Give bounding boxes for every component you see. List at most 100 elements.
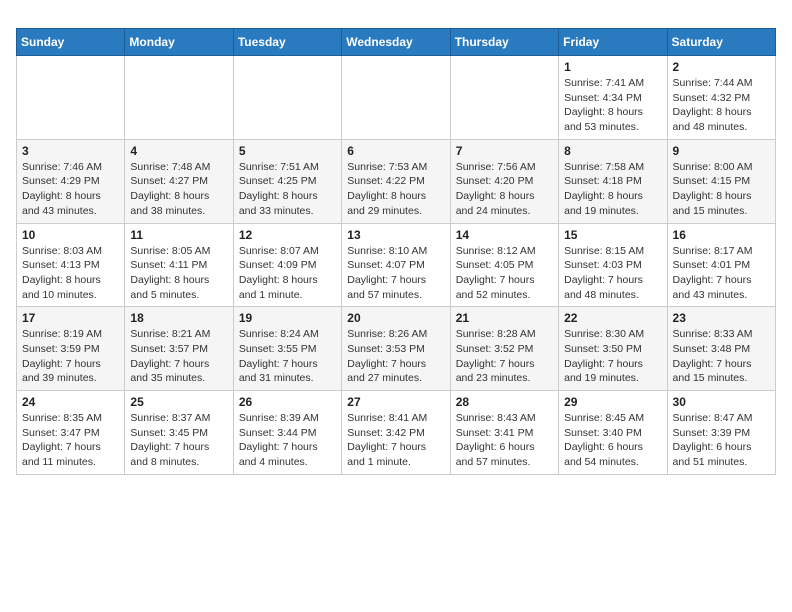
- day-info: Sunrise: 8:00 AM Sunset: 4:15 PM Dayligh…: [673, 160, 770, 219]
- calendar-week-4: 17Sunrise: 8:19 AM Sunset: 3:59 PM Dayli…: [17, 307, 776, 391]
- calendar-day-19: 19 Sunrise: 8:24 AM Sunset: 3:55 PM Dayli…: [233, 307, 341, 391]
- day-info: Sunrise: 8:10 AM Sunset: 4:07 PM Dayligh…: [347, 244, 444, 303]
- calendar-day-25: 25 Sunrise: 8:37 AM Sunset: 3:45 PM Dayli…: [125, 391, 233, 475]
- day-info: Sunrise: 8:05 AM Sunset: 4:11 PM Dayligh…: [130, 244, 227, 303]
- day-number: 7: [456, 144, 553, 158]
- day-number: 27: [347, 395, 444, 409]
- calendar-day-11: 11 Sunrise: 8:05 AM Sunset: 4:11 PM Dayli…: [125, 223, 233, 307]
- calendar-week-3: 10 Sunrise: 8:03 AM Sunset: 4:13 PM Dayli…: [17, 223, 776, 307]
- day-number: 12: [239, 228, 336, 242]
- day-info: Sunrise: 7:56 AM Sunset: 4:20 PM Dayligh…: [456, 160, 553, 219]
- calendar-empty-cell: [233, 56, 341, 140]
- weekday-header-friday: Friday: [559, 29, 667, 56]
- calendar-table: SundayMondayTuesdayWednesdayThursdayFrid…: [16, 28, 776, 475]
- day-info: Sunrise: 8:03 AM Sunset: 4:13 PM Dayligh…: [22, 244, 119, 303]
- day-info: Sunrise: 7:51 AM Sunset: 4:25 PM Dayligh…: [239, 160, 336, 219]
- weekday-header-sunday: Sunday: [17, 29, 125, 56]
- calendar-day-2: 2 Sunrise: 7:44 AM Sunset: 4:32 PM Daylig…: [667, 56, 775, 140]
- calendar-day-24: 24 Sunrise: 8:35 AM Sunset: 3:47 PM Dayli…: [17, 391, 125, 475]
- day-number: 10: [22, 228, 119, 242]
- day-info: Sunrise: 8:35 AM Sunset: 3:47 PM Dayligh…: [22, 411, 119, 470]
- weekday-header-monday: Monday: [125, 29, 233, 56]
- day-info: Sunrise: 8:12 AM Sunset: 4:05 PM Dayligh…: [456, 244, 553, 303]
- calendar-day-28: 28 Sunrise: 8:43 AM Sunset: 3:41 PM Dayli…: [450, 391, 558, 475]
- day-info: Sunrise: 8:07 AM Sunset: 4:09 PM Dayligh…: [239, 244, 336, 303]
- day-info: Sunrise: 8:45 AM Sunset: 3:40 PM Dayligh…: [564, 411, 661, 470]
- day-info: Sunrise: 8:33 AM Sunset: 3:48 PM Dayligh…: [673, 327, 770, 386]
- weekday-header-wednesday: Wednesday: [342, 29, 450, 56]
- calendar-day-9: 9 Sunrise: 8:00 AM Sunset: 4:15 PM Daylig…: [667, 139, 775, 223]
- day-info: Sunrise: 8:30 AM Sunset: 3:50 PM Dayligh…: [564, 327, 661, 386]
- day-info: Sunrise: 8:41 AM Sunset: 3:42 PM Dayligh…: [347, 411, 444, 470]
- day-info: Sunrise: 8:28 AM Sunset: 3:52 PM Dayligh…: [456, 327, 553, 386]
- day-number: 21: [456, 311, 553, 325]
- calendar-empty-cell: [450, 56, 558, 140]
- calendar-day-30: 30Sunrise: 8:47 AM Sunset: 3:39 PM Dayli…: [667, 391, 775, 475]
- day-number: 15: [564, 228, 661, 242]
- calendar-day-26: 26 Sunrise: 8:39 AM Sunset: 3:44 PM Dayli…: [233, 391, 341, 475]
- day-info: Sunrise: 8:17 AM Sunset: 4:01 PM Dayligh…: [673, 244, 770, 303]
- day-info: Sunrise: 8:39 AM Sunset: 3:44 PM Dayligh…: [239, 411, 336, 470]
- day-number: 14: [456, 228, 553, 242]
- calendar-day-4: 4Sunrise: 7:48 AM Sunset: 4:27 PM Daylig…: [125, 139, 233, 223]
- day-number: 17: [22, 311, 119, 325]
- day-info: Sunrise: 8:47 AM Sunset: 3:39 PM Dayligh…: [673, 411, 770, 470]
- calendar-day-27: 27 Sunrise: 8:41 AM Sunset: 3:42 PM Dayli…: [342, 391, 450, 475]
- day-number: 6: [347, 144, 444, 158]
- day-info: Sunrise: 8:26 AM Sunset: 3:53 PM Dayligh…: [347, 327, 444, 386]
- day-number: 11: [130, 228, 227, 242]
- calendar-day-22: 22 Sunrise: 8:30 AM Sunset: 3:50 PM Dayli…: [559, 307, 667, 391]
- day-info: Sunrise: 8:37 AM Sunset: 3:45 PM Dayligh…: [130, 411, 227, 470]
- calendar-header-row: SundayMondayTuesdayWednesdayThursdayFrid…: [17, 29, 776, 56]
- day-number: 8: [564, 144, 661, 158]
- calendar-day-29: 29 Sunrise: 8:45 AM Sunset: 3:40 PM Dayli…: [559, 391, 667, 475]
- calendar-empty-cell: [17, 56, 125, 140]
- day-number: 24: [22, 395, 119, 409]
- day-info: Sunrise: 8:15 AM Sunset: 4:03 PM Dayligh…: [564, 244, 661, 303]
- day-info: Sunrise: 8:24 AM Sunset: 3:55 PM Dayligh…: [239, 327, 336, 386]
- weekday-header-tuesday: Tuesday: [233, 29, 341, 56]
- calendar-day-20: 20 Sunrise: 8:26 AM Sunset: 3:53 PM Dayli…: [342, 307, 450, 391]
- calendar-day-7: 7 Sunrise: 7:56 AM Sunset: 4:20 PM Daylig…: [450, 139, 558, 223]
- calendar-empty-cell: [125, 56, 233, 140]
- day-number: 1: [564, 60, 661, 74]
- calendar-day-16: 16 Sunrise: 8:17 AM Sunset: 4:01 PM Dayli…: [667, 223, 775, 307]
- day-number: 9: [673, 144, 770, 158]
- day-number: 29: [564, 395, 661, 409]
- calendar-day-12: 12 Sunrise: 8:07 AM Sunset: 4:09 PM Dayli…: [233, 223, 341, 307]
- day-number: 16: [673, 228, 770, 242]
- weekday-header-thursday: Thursday: [450, 29, 558, 56]
- calendar-day-5: 5 Sunrise: 7:51 AM Sunset: 4:25 PM Daylig…: [233, 139, 341, 223]
- calendar-day-3: 3Sunrise: 7:46 AM Sunset: 4:29 PM Daylig…: [17, 139, 125, 223]
- calendar-day-18: 18 Sunrise: 8:21 AM Sunset: 3:57 PM Dayli…: [125, 307, 233, 391]
- calendar-day-15: 15 Sunrise: 8:15 AM Sunset: 4:03 PM Dayli…: [559, 223, 667, 307]
- calendar-day-6: 6 Sunrise: 7:53 AM Sunset: 4:22 PM Daylig…: [342, 139, 450, 223]
- day-info: Sunrise: 7:41 AM Sunset: 4:34 PM Dayligh…: [564, 76, 661, 135]
- calendar-week-5: 24 Sunrise: 8:35 AM Sunset: 3:47 PM Dayli…: [17, 391, 776, 475]
- day-info: Sunrise: 7:53 AM Sunset: 4:22 PM Dayligh…: [347, 160, 444, 219]
- calendar-day-14: 14 Sunrise: 8:12 AM Sunset: 4:05 PM Dayli…: [450, 223, 558, 307]
- day-number: 28: [456, 395, 553, 409]
- day-info: Sunrise: 7:58 AM Sunset: 4:18 PM Dayligh…: [564, 160, 661, 219]
- day-number: 18: [130, 311, 227, 325]
- day-info: Sunrise: 8:21 AM Sunset: 3:57 PM Dayligh…: [130, 327, 227, 386]
- calendar-day-21: 21 Sunrise: 8:28 AM Sunset: 3:52 PM Dayli…: [450, 307, 558, 391]
- calendar-week-2: 3Sunrise: 7:46 AM Sunset: 4:29 PM Daylig…: [17, 139, 776, 223]
- day-info: Sunrise: 7:44 AM Sunset: 4:32 PM Dayligh…: [673, 76, 770, 135]
- calendar-day-1: 1 Sunrise: 7:41 AM Sunset: 4:34 PM Daylig…: [559, 56, 667, 140]
- calendar-day-13: 13 Sunrise: 8:10 AM Sunset: 4:07 PM Dayli…: [342, 223, 450, 307]
- day-number: 26: [239, 395, 336, 409]
- day-info: Sunrise: 7:46 AM Sunset: 4:29 PM Dayligh…: [22, 160, 119, 219]
- day-number: 5: [239, 144, 336, 158]
- day-number: 23: [673, 311, 770, 325]
- day-number: 20: [347, 311, 444, 325]
- day-number: 4: [130, 144, 227, 158]
- day-number: 2: [673, 60, 770, 74]
- day-number: 19: [239, 311, 336, 325]
- calendar-day-23: 23 Sunrise: 8:33 AM Sunset: 3:48 PM Dayli…: [667, 307, 775, 391]
- day-number: 25: [130, 395, 227, 409]
- calendar-empty-cell: [342, 56, 450, 140]
- day-number: 22: [564, 311, 661, 325]
- day-number: 13: [347, 228, 444, 242]
- day-info: Sunrise: 8:43 AM Sunset: 3:41 PM Dayligh…: [456, 411, 553, 470]
